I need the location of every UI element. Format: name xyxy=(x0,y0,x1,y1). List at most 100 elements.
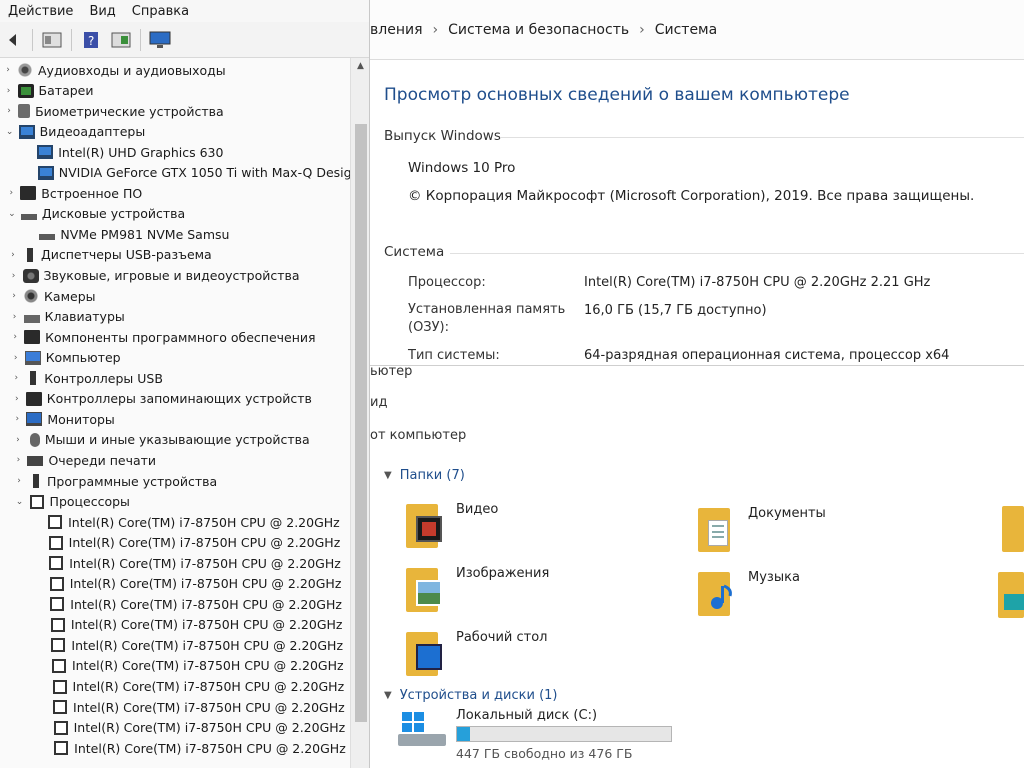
tree-device[interactable]: Intel(R) Core(TM) i7-8750H CPU @ 2.20GHz xyxy=(37,697,345,717)
software-device-icon xyxy=(33,474,39,488)
tree-device[interactable]: Intel(R) UHD Graphics 630 xyxy=(22,142,223,162)
tree-category[interactable]: › Батареи xyxy=(3,81,94,101)
chevron-right-icon[interactable]: › xyxy=(8,271,20,281)
speaker-icon xyxy=(17,63,33,77)
chevron-down-icon[interactable]: ⌄ xyxy=(14,497,26,507)
tree-category[interactable]: › Мыши и иные указывающие устройства xyxy=(12,430,310,450)
folder-partial-icon[interactable] xyxy=(998,572,1024,618)
scroll-up-arrow-icon[interactable]: ▲ xyxy=(351,58,369,74)
chevron-right-icon[interactable]: › xyxy=(12,435,24,445)
chevron-right-icon[interactable]: › xyxy=(9,312,21,322)
devices-group-header[interactable]: ▼ Устройства и диски (1) xyxy=(384,688,558,703)
tree-category[interactable]: › Мониторы xyxy=(11,409,115,429)
chevron-right-icon[interactable]: › xyxy=(5,188,17,198)
folder-desktop[interactable]: Рабочий стол xyxy=(406,626,547,684)
display-adapter-icon xyxy=(18,124,35,139)
tree-device[interactable]: Intel(R) Core(TM) i7-8750H CPU @ 2.20GHz xyxy=(34,574,341,594)
chevron-down-icon[interactable]: ⌄ xyxy=(4,127,16,137)
tree-device[interactable]: Intel(R) Core(TM) i7-8750H CPU @ 2.20GHz xyxy=(38,718,345,738)
tree-category[interactable]: ⌄ Процессоры xyxy=(14,492,130,512)
tree-item-label: Процессоры xyxy=(49,494,130,510)
tree-category[interactable]: › Звуковые, игровые и видеоустройства xyxy=(8,266,300,286)
folder-music[interactable]: Музыка xyxy=(698,566,800,624)
processor-icon xyxy=(53,700,68,715)
chevron-right-icon[interactable]: › xyxy=(3,86,15,96)
tree-category[interactable]: › Очереди печати xyxy=(12,450,156,470)
chevron-right-icon[interactable]: › xyxy=(12,455,24,465)
chevron-right-icon[interactable]: › xyxy=(10,373,22,383)
folder-video[interactable]: Видео xyxy=(406,498,498,556)
tree-item-label: Intel(R) Core(TM) i7-8750H CPU @ 2.20GHz xyxy=(72,679,345,694)
nav-pane-item[interactable]: от компьютер xyxy=(370,428,466,443)
tree-device[interactable]: Intel(R) Core(TM) i7-8750H CPU @ 2.20GHz xyxy=(33,553,341,573)
system-type-value: 64-разрядная операционная система, проце… xyxy=(584,348,950,363)
tree-item-label: Intel(R) UHD Graphics 630 xyxy=(58,144,224,160)
tree-item-label: Intel(R) Core(TM) i7-8750H CPU @ 2.20GHz xyxy=(74,740,346,756)
scan-hardware-button[interactable] xyxy=(149,29,171,51)
chevron-right-icon[interactable]: › xyxy=(10,353,22,363)
monitor-icon xyxy=(26,412,43,427)
tree-category[interactable]: › Биометрические устройства xyxy=(3,101,224,121)
tree-device[interactable]: Intel(R) Core(TM) i7-8750H CPU @ 2.20GHz xyxy=(37,677,345,697)
nav-pane-item[interactable]: ид xyxy=(370,395,387,410)
breadcrumb-system[interactable]: Система xyxy=(655,22,717,38)
tree-category[interactable]: › Контроллеры USB xyxy=(10,368,162,388)
chevron-right-icon[interactable]: › xyxy=(11,414,23,424)
tree-device[interactable]: Intel(R) Core(TM) i7-8750H CPU @ 2.20GHz xyxy=(36,656,344,676)
chevron-right-icon[interactable]: › xyxy=(2,65,14,75)
chevron-right-icon[interactable]: › xyxy=(8,291,20,301)
tree-device[interactable]: Intel(R) Core(TM) i7-8750H CPU @ 2.20GHz xyxy=(32,512,340,532)
chevron-right-icon[interactable]: › xyxy=(13,476,25,486)
folders-group-label: Папки (7) xyxy=(399,468,465,483)
tree-category[interactable]: › Аудиовходы и аудиовыходы xyxy=(2,60,225,80)
help-button[interactable]: ? xyxy=(80,29,102,51)
tree-category[interactable]: › Компоненты программного обеспечения xyxy=(9,327,315,347)
tree-category[interactable]: › Клавиатуры xyxy=(9,307,125,327)
folder-partial-icon[interactable] xyxy=(1002,506,1024,552)
chevron-right-icon[interactable]: › xyxy=(9,332,21,342)
chevron-right-icon[interactable]: › xyxy=(11,394,23,404)
drive-c[interactable]: Локальный диск (C:) 447 ГБ свободно из 4… xyxy=(398,708,672,761)
breadcrumb-separator-icon: › xyxy=(432,21,439,38)
tree-category[interactable]: ⌄ Видеоадаптеры xyxy=(4,122,145,142)
keyboard-icon xyxy=(23,314,40,323)
scrollbar-thumb[interactable] xyxy=(355,124,367,722)
tree-category[interactable]: › Камеры xyxy=(8,286,95,306)
chevron-down-icon[interactable]: ⌄ xyxy=(6,209,18,219)
address-bar[interactable]: вления › Система и безопасность › Систем… xyxy=(370,0,1024,60)
properties-button[interactable] xyxy=(41,29,63,51)
tree-category[interactable]: › Диспетчеры USB-разъема xyxy=(7,245,212,265)
breadcrumb-system-security[interactable]: Система и безопасность xyxy=(448,22,629,38)
tree-category[interactable]: ⌄ Дисковые устройства xyxy=(6,204,185,224)
tree-scrollbar[interactable]: ▲ xyxy=(350,58,369,768)
breadcrumb-control-panel[interactable]: вления xyxy=(370,22,423,38)
chevron-right-icon[interactable]: › xyxy=(3,106,15,116)
tree-device[interactable]: Intel(R) Core(TM) i7-8750H CPU @ 2.20GHz xyxy=(35,615,342,635)
tree-device[interactable]: Intel(R) Core(TM) i7-8750H CPU @ 2.20GHz xyxy=(35,635,343,655)
tree-category[interactable]: › Встроенное ПО xyxy=(5,183,142,203)
folder-pictures[interactable]: Изображения xyxy=(406,562,549,620)
folders-group-header[interactable]: ▼ Папки (7) xyxy=(384,468,465,483)
properties-icon xyxy=(42,32,62,47)
menu-action[interactable]: Действие xyxy=(0,4,81,19)
nav-pane-item[interactable]: ьютер xyxy=(370,364,412,379)
view-button[interactable] xyxy=(110,29,132,51)
tree-device[interactable]: NVMe PM981 NVMe Samsu xyxy=(24,224,229,244)
tree-device[interactable]: Intel(R) Core(TM) i7-8750H CPU @ 2.20GHz xyxy=(34,594,342,614)
folder-label: Документы xyxy=(748,506,826,521)
tree-item-label: Intel(R) Core(TM) i7-8750H CPU @ 2.20GHz xyxy=(70,596,342,612)
menu-help[interactable]: Справка xyxy=(124,4,197,19)
tree-item-label: Биометрические устройства xyxy=(35,103,224,119)
menu-view[interactable]: Вид xyxy=(81,4,123,19)
tree-category[interactable]: › Контроллеры запоминающих устройств xyxy=(11,389,312,409)
tree-device[interactable]: Intel(R) Core(TM) i7-8750H CPU @ 2.20GHz xyxy=(38,738,346,758)
chevron-right-icon[interactable]: › xyxy=(7,250,19,260)
tree-device[interactable]: NVIDIA GeForce GTX 1050 Ti with Max-Q De… xyxy=(23,163,350,183)
tree-device[interactable]: Intel(R) Core(TM) i7-8750H CPU @ 2.20GHz xyxy=(33,533,340,553)
folder-documents[interactable]: Документы xyxy=(698,502,826,560)
back-arrow-button[interactable] xyxy=(2,29,24,51)
tree-category[interactable]: › Компьютер xyxy=(10,348,121,368)
display-adapter-icon xyxy=(37,165,54,180)
tree-category[interactable]: › Программные устройства xyxy=(13,471,217,491)
pictures-folder-icon xyxy=(406,562,446,614)
